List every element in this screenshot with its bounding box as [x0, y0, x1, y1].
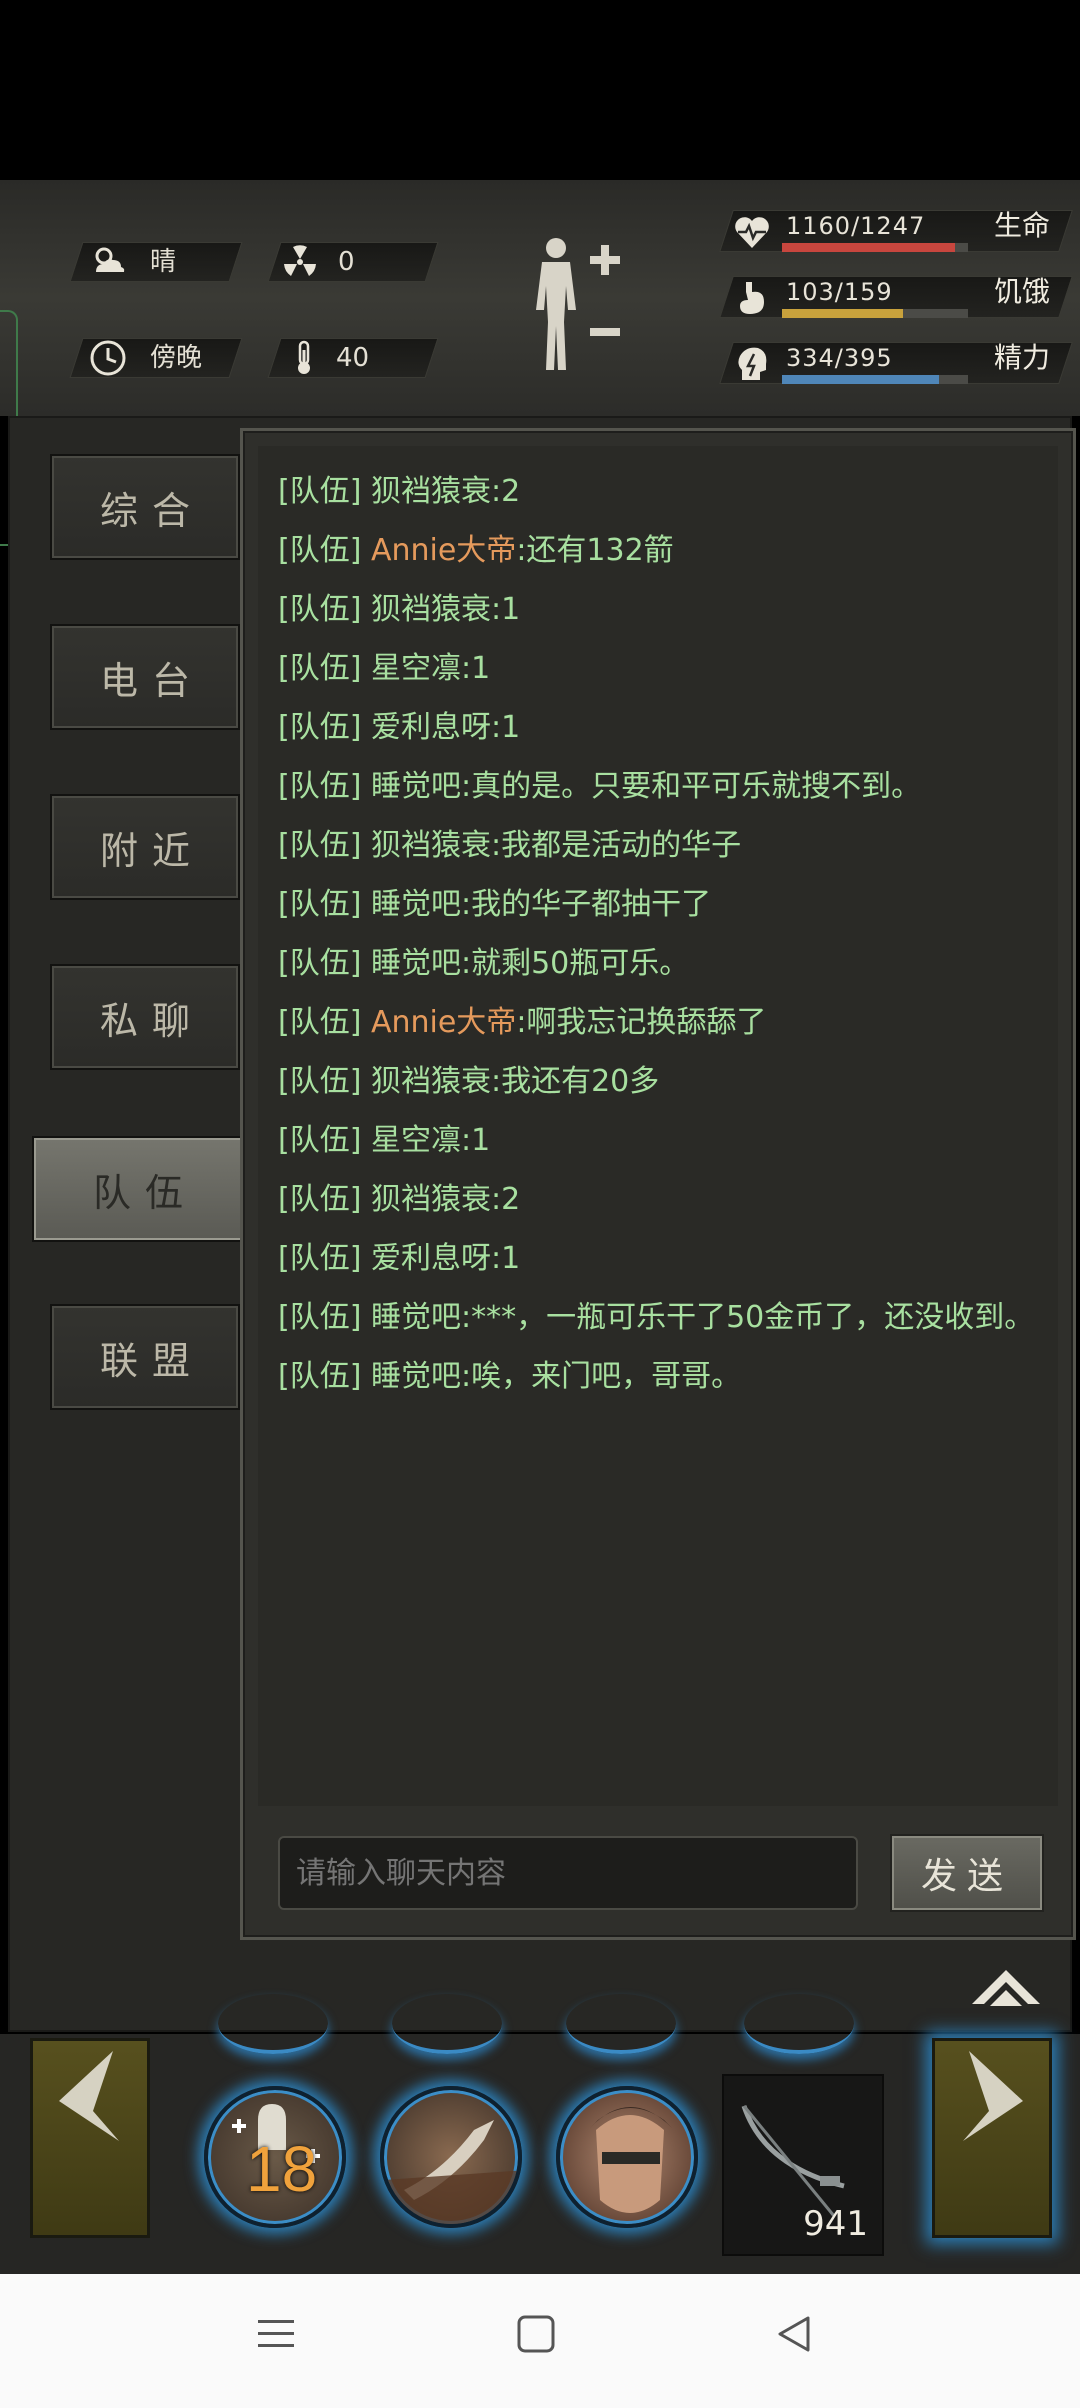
chat-message: [队伍] 睡觉吧:真的是。只要和平可乐就搜不到。	[278, 769, 922, 804]
chat-message: [队伍] Annie大帝:还有132箭	[278, 533, 674, 568]
energy-label: 精力	[994, 341, 1051, 374]
arrow-left-icon	[59, 2051, 119, 2141]
menu-icon[interactable]	[256, 2314, 296, 2354]
health-bar	[782, 243, 968, 252]
energy-bar	[782, 375, 968, 384]
weather-label: 晴	[150, 247, 177, 277]
health-value: 1160/1247	[786, 212, 926, 240]
system-nav-bar	[0, 2274, 1080, 2408]
chat-message: [队伍] 狈裆猿衰:1	[278, 592, 521, 627]
clock-icon	[88, 338, 128, 378]
arrow-right-icon	[963, 2051, 1023, 2141]
back-icon[interactable]	[774, 2314, 814, 2354]
status-bar	[0, 0, 1080, 180]
chat-message: [队伍] 睡觉吧:唉，来门吧，哥哥。	[278, 1359, 742, 1394]
skill-character-button[interactable]	[556, 2086, 698, 2228]
energy-head-icon	[732, 344, 772, 384]
sun-cloud-icon	[88, 242, 128, 282]
skill-slot-top	[744, 1994, 854, 2054]
temperature-value: 40	[336, 343, 370, 373]
tab-private[interactable]: 私聊	[50, 964, 240, 1070]
send-button[interactable]: 发送	[890, 1834, 1044, 1912]
weapon-slot[interactable]: 941	[722, 2074, 884, 2256]
skill-slot-top	[566, 1994, 676, 2054]
skill-slot-top	[392, 1994, 502, 2054]
action-bar: 18 941	[0, 2034, 1080, 2274]
feather-hand-icon	[384, 2120, 518, 2224]
chat-input[interactable]	[278, 1836, 858, 1910]
status-header: 晴 0 傍晚 40 1160/1247 生命 103/159 饥饿 334/39…	[0, 180, 1080, 416]
skill-feather-button[interactable]	[380, 2086, 522, 2228]
weapon-count: 941	[803, 2204, 868, 2244]
tab-alliance[interactable]: 联盟	[50, 1304, 240, 1410]
character-portrait-icon	[590, 2107, 672, 2213]
energy-bar-fill	[782, 375, 940, 384]
chat-message: [队伍] 睡觉吧:***，一瓶可乐干了50金币了，还没收到。	[278, 1300, 1035, 1335]
chat-message: [队伍] 狈裆猿衰:我还有20多	[278, 1064, 660, 1099]
stomach-icon	[732, 278, 772, 318]
health-label: 生命	[994, 209, 1051, 242]
time-label: 傍晚	[150, 343, 203, 373]
chat-message: [队伍] Annie大帝:啊我忘记换舔舔了	[278, 1005, 767, 1040]
next-page-button[interactable]	[932, 2038, 1052, 2238]
hunger-value: 103/159	[786, 278, 893, 306]
collapse-up-icon[interactable]	[966, 1962, 1046, 2012]
chat-message: [队伍] 爱利息呀:1	[278, 1241, 521, 1276]
skill-heal-button[interactable]: 18	[204, 2086, 346, 2228]
chat-message: [队伍] 星空凛:1	[278, 1123, 491, 1158]
tab-general[interactable]: 综合	[50, 454, 240, 560]
health-bar-fill	[782, 243, 955, 252]
chat-message: [队伍] 睡觉吧:就剩50瓶可乐。	[278, 946, 690, 981]
hunger-label: 饥饿	[994, 275, 1051, 308]
radiation-value: 0	[338, 247, 355, 277]
tab-nearby[interactable]: 附近	[50, 794, 240, 900]
prev-page-button[interactable]	[30, 2038, 150, 2238]
chat-message: [队伍] 星空凛:1	[278, 651, 491, 686]
hunger-bar-fill	[782, 309, 903, 318]
home-icon[interactable]	[516, 2314, 556, 2354]
chat-message: [队伍] 狈裆猿衰:我都是活动的华子	[278, 828, 742, 863]
chat-message: [队伍] 爱利息呀:1	[278, 710, 521, 745]
thermometer-icon	[284, 338, 324, 378]
human-body-icon[interactable]	[520, 230, 630, 380]
heart-pulse-icon	[732, 212, 772, 252]
tab-radio[interactable]: 电台	[50, 624, 240, 730]
skill-slot-top	[218, 1994, 328, 2054]
energy-value: 334/395	[786, 344, 893, 372]
chat-message: [队伍] 狈裆猿衰:2	[278, 1182, 521, 1217]
radiation-icon	[280, 242, 320, 282]
chat-message: [队伍] 狈裆猿衰:2	[278, 474, 521, 509]
chat-message: [队伍] 睡觉吧:我的华子都抽干了	[278, 887, 712, 922]
tab-team[interactable]: 队伍	[32, 1136, 244, 1242]
skill-level-badge: 18	[246, 2133, 318, 2205]
hunger-bar	[782, 309, 968, 318]
